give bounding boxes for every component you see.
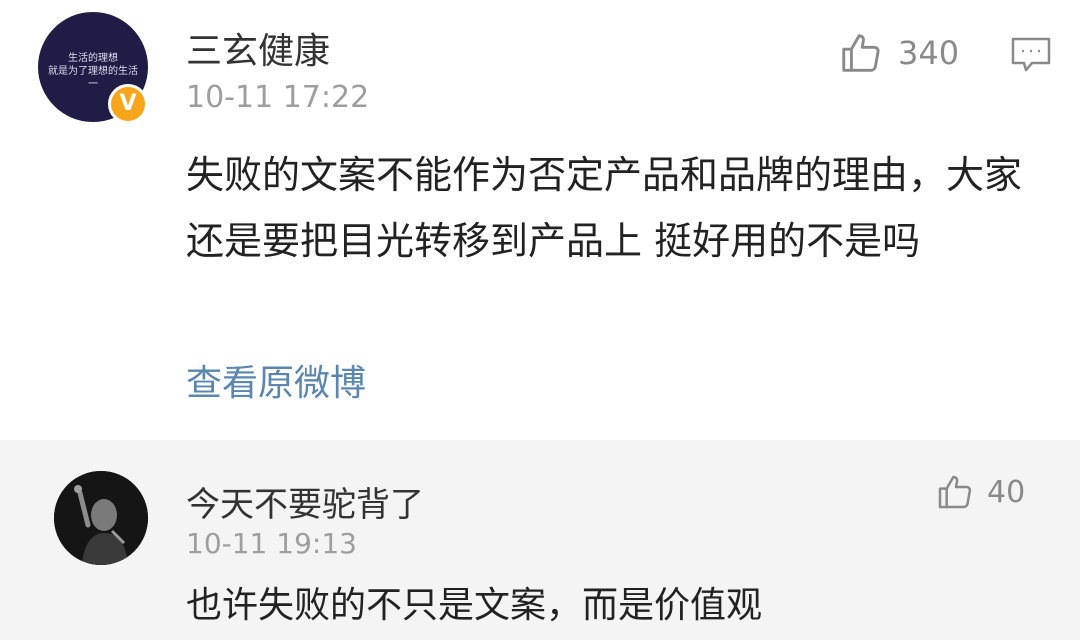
main-comment: 生活的理想 就是为了理想的生活 一 V 三玄健康 10-11 17:22 340…	[0, 0, 1080, 440]
verified-v-icon: V	[108, 84, 148, 124]
timestamp: 10-11 19:13	[186, 527, 357, 560]
avatar[interactable]	[54, 471, 148, 565]
timestamp: 10-11 17:22	[186, 80, 370, 115]
like-button[interactable]: 40	[935, 472, 1025, 512]
view-original-post-link[interactable]: 查看原微博	[186, 354, 366, 406]
username[interactable]: 今天不要驼背了	[186, 477, 424, 526]
like-count: 40	[987, 474, 1026, 510]
like-count: 340	[898, 34, 960, 72]
comment-reply-icon[interactable]	[1010, 36, 1052, 74]
like-button[interactable]: 340	[838, 30, 959, 76]
comment-text: 失败的文案不能作为否定产品和品牌的理由，大家还是要把目光转移到产品上 挺好用的不…	[186, 153, 1023, 263]
singer-silhouette-icon	[54, 471, 148, 565]
comment-text: 也许失败的不只是文案，而是价值观	[186, 585, 763, 626]
thumbs-up-icon	[842, 34, 880, 72]
username[interactable]: 三玄健康	[186, 22, 330, 74]
thumbs-up-icon	[938, 475, 972, 509]
